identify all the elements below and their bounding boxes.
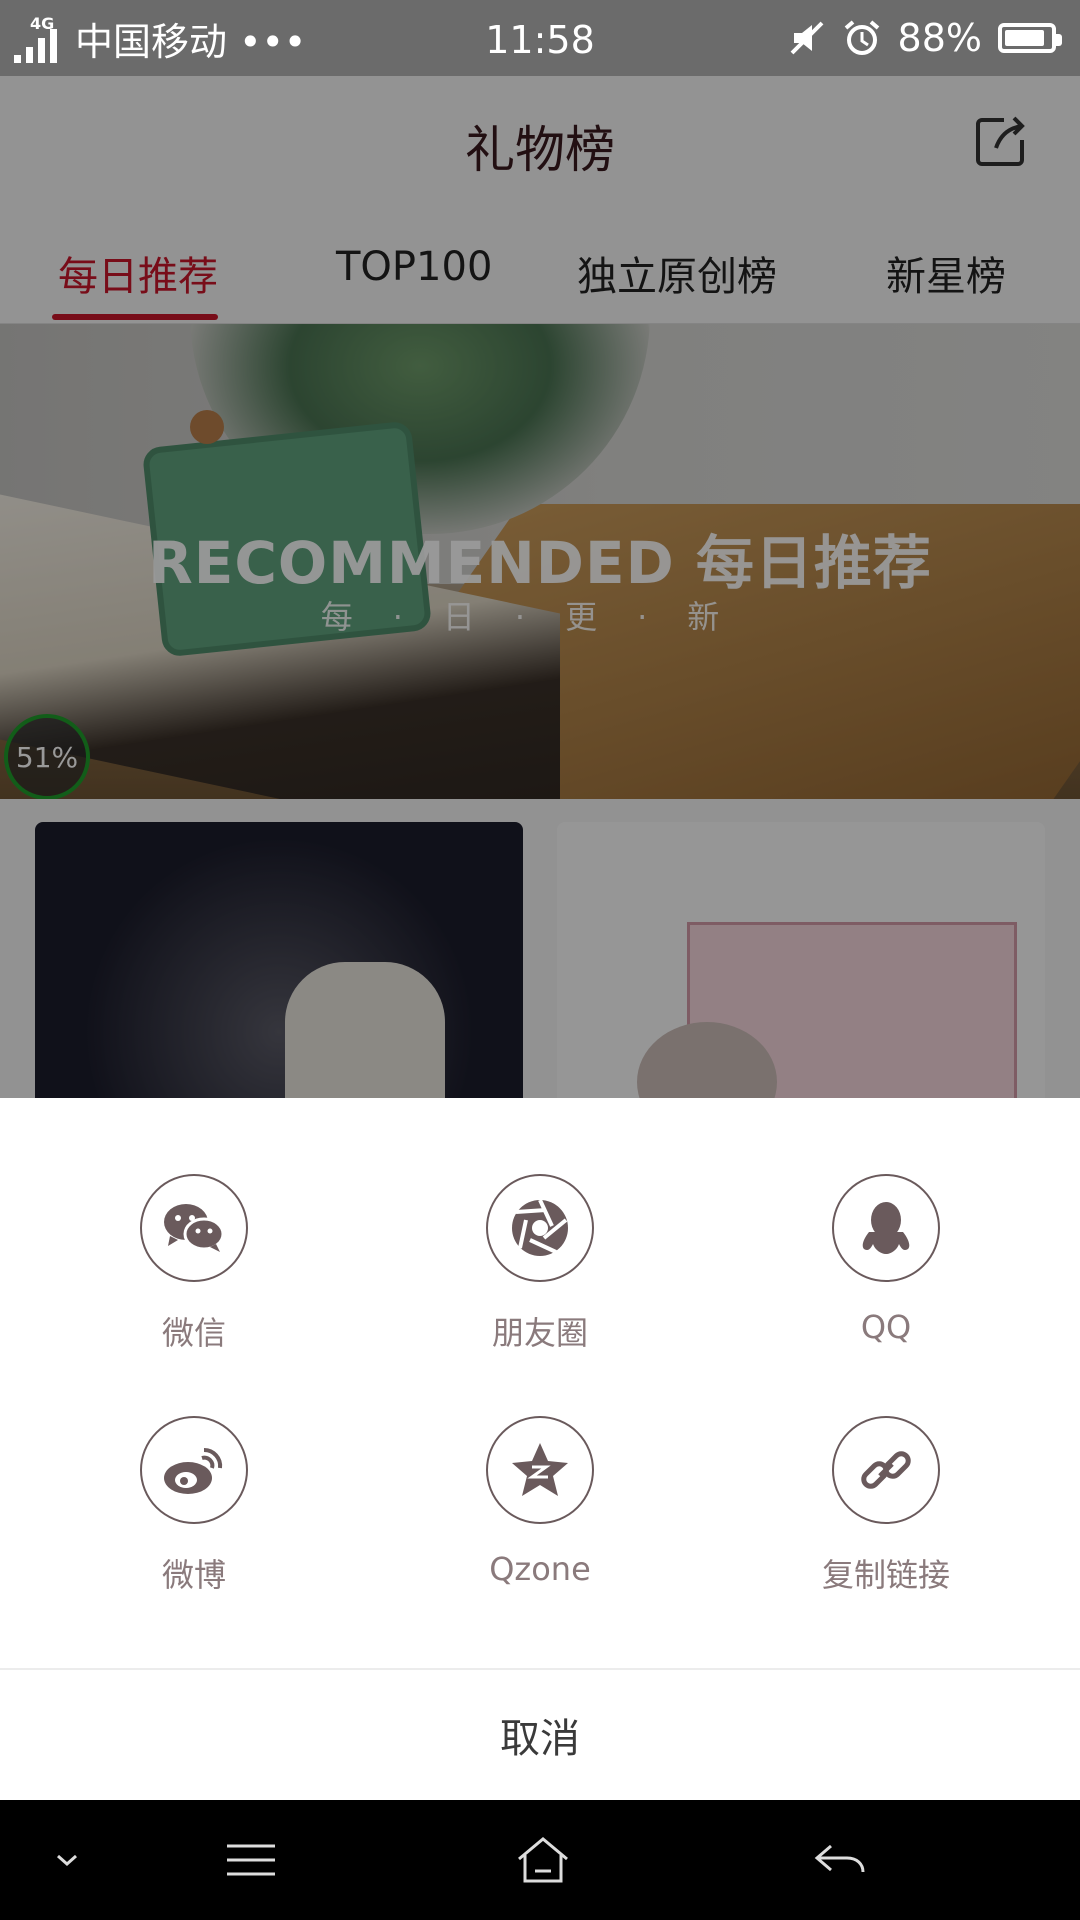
chevron-down-icon <box>57 1854 77 1867</box>
weibo-icon <box>140 1416 248 1524</box>
qq-icon <box>832 1174 940 1282</box>
system-nav-bar <box>0 1800 1080 1920</box>
nav-back-button[interactable] <box>806 1830 876 1890</box>
share-label: 微信 <box>161 1314 226 1352</box>
alarm-icon <box>844 20 879 55</box>
share-label: Qzone <box>489 1550 591 1588</box>
share-qzone-button[interactable]: Qzone <box>440 1416 640 1588</box>
qzone-icon <box>486 1416 594 1524</box>
share-qq-button[interactable]: QQ <box>786 1174 986 1346</box>
link-icon <box>832 1416 940 1524</box>
cancel-button[interactable]: 取消 <box>0 1670 1080 1800</box>
home-icon <box>518 1837 568 1883</box>
battery-fill <box>1005 30 1044 46</box>
dim-overlay[interactable] <box>0 76 1080 1098</box>
nav-collapse-button[interactable] <box>32 1830 102 1890</box>
nav-menu-button[interactable] <box>216 1830 286 1890</box>
moments-icon <box>486 1174 594 1282</box>
app-screen: 礼物榜 每日推荐 TOP100 独立原创榜 新星榜 RECOMMENDED 每日… <box>0 76 1080 1098</box>
share-label: 微博 <box>161 1556 226 1594</box>
nav-home-button[interactable] <box>508 1830 578 1890</box>
status-bar: 4G 中国移动 ••• 11:58 88% <box>0 0 1080 76</box>
share-copy-link-button[interactable]: 复制链接 <box>786 1416 986 1596</box>
battery-percent: 88% <box>897 16 982 60</box>
mute-icon <box>790 21 823 55</box>
share-label: QQ <box>860 1308 912 1346</box>
share-label: 复制链接 <box>821 1556 950 1594</box>
menu-icon <box>227 1844 275 1876</box>
status-right: 88% <box>788 0 1062 76</box>
wechat-icon <box>140 1174 248 1282</box>
share-weibo-button[interactable]: 微博 <box>94 1416 294 1596</box>
share-moments-button[interactable]: 朋友圈 <box>440 1174 640 1354</box>
battery-icon <box>998 23 1062 53</box>
share-label: 朋友圈 <box>491 1314 588 1352</box>
share-wechat-button[interactable]: 微信 <box>94 1174 294 1354</box>
back-icon <box>814 1844 865 1873</box>
share-sheet: 微信 朋友圈 QQ 微博 Qzone 复制链接 取消 <box>0 1098 1080 1800</box>
